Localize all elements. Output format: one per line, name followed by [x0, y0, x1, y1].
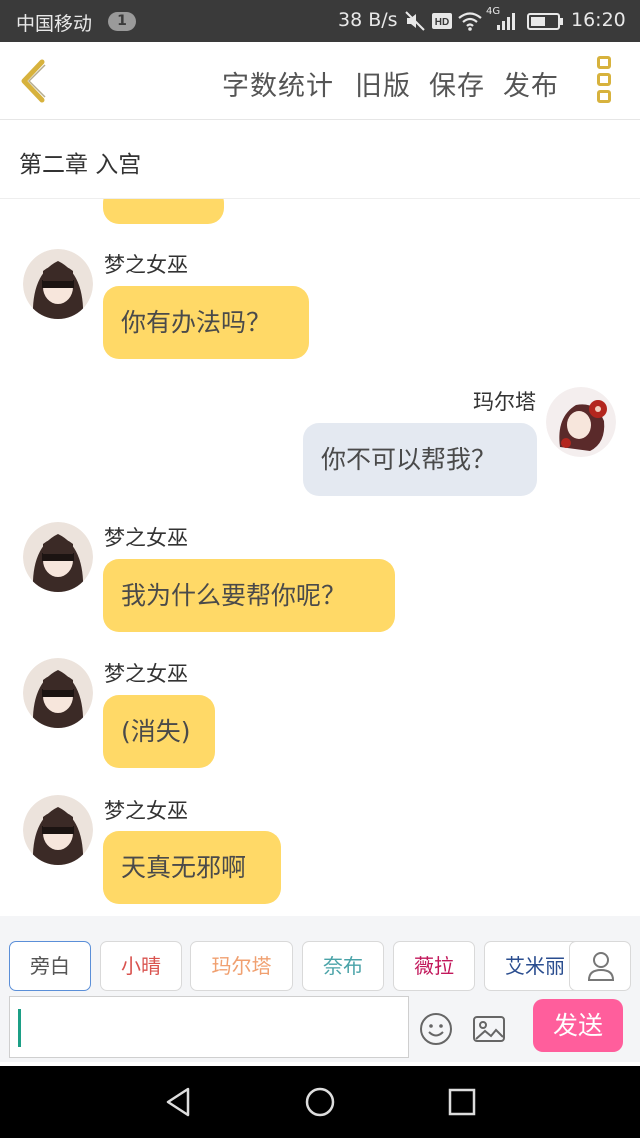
message-text: 我为什么要帮你呢？ — [121, 580, 347, 610]
speaker-name: 梦之女巫 — [104, 799, 188, 823]
status-bar: 中国移动 1 38 B/s HD 4G 16:20 — [0, 0, 640, 42]
role-chip-naib[interactable]: 奈布 — [302, 941, 384, 991]
chapter-title: 第二章 入宫 — [19, 152, 142, 178]
hd-icon: HD — [432, 13, 452, 29]
speaker-name: 梦之女巫 — [104, 526, 188, 550]
more-menu-icon[interactable] — [594, 56, 614, 108]
old-version-button[interactable]: 旧版 — [355, 64, 411, 103]
message-bubble-partial[interactable] — [103, 199, 224, 224]
message-bubble[interactable]: (消失) — [103, 695, 215, 768]
wifi-icon — [458, 12, 482, 31]
message-text: (消失) — [121, 716, 191, 746]
publish-button[interactable]: 发布 — [503, 64, 559, 103]
mute-icon — [405, 11, 425, 31]
compose-panel: 旁白 小晴 玛尔塔 奈布 薇拉 艾米丽 发送 — [0, 916, 640, 1062]
avatar-dream-witch[interactable] — [23, 795, 93, 865]
role-manager-button[interactable] — [569, 941, 631, 991]
signal-icon — [497, 13, 515, 30]
message-bubble[interactable]: 你不可以帮我？ — [303, 423, 537, 496]
person-icon — [587, 952, 615, 981]
message-text: 你有办法吗？ — [121, 307, 272, 337]
notification-badge: 1 — [108, 12, 136, 31]
nav-back-icon[interactable] — [160, 1084, 196, 1120]
avatar-dream-witch[interactable] — [23, 249, 93, 319]
avatar-dream-witch[interactable] — [23, 522, 93, 592]
message-list[interactable]: 梦之女巫 你有办法吗？ 玛尔塔 你不可以帮我？ 梦之女巫 我为什么要帮你呢？ 梦… — [0, 199, 640, 916]
message-bubble[interactable]: 你有办法吗？ — [103, 286, 309, 359]
clock: 16:20 — [571, 9, 626, 31]
editor-toolbar: 字数统计 旧版 保存 发布 — [0, 42, 640, 120]
role-chip-narrator[interactable]: 旁白 — [9, 941, 91, 991]
save-button[interactable]: 保存 — [429, 64, 485, 103]
avatar-dream-witch[interactable] — [23, 658, 93, 728]
network-speed: 38 B/s — [338, 9, 398, 31]
nav-home-icon[interactable] — [302, 1084, 338, 1120]
chapter-header[interactable]: 第二章 入宫 — [0, 121, 640, 199]
message-bubble[interactable]: 天真无邪啊 — [103, 831, 281, 904]
carrier-name: 中国移动 — [16, 13, 93, 35]
image-icon[interactable] — [472, 1012, 506, 1046]
message-bubble[interactable]: 我为什么要帮你呢？ — [103, 559, 395, 632]
back-chevron-icon[interactable] — [14, 56, 54, 106]
nav-recents-icon[interactable] — [444, 1084, 480, 1120]
speaker-name: 玛尔塔 — [473, 390, 536, 414]
system-nav-bar — [0, 1066, 640, 1138]
emoji-icon[interactable] — [419, 1012, 453, 1046]
battery-icon — [527, 13, 563, 30]
svg-text:HD: HD — [435, 17, 449, 28]
text-cursor — [18, 1009, 21, 1047]
message-text: 你不可以帮我？ — [321, 444, 497, 474]
speaker-name: 梦之女巫 — [104, 253, 188, 277]
role-chip-xiaoqing[interactable]: 小晴 — [100, 941, 182, 991]
send-button[interactable]: 发送 — [533, 999, 623, 1052]
role-chip-marta[interactable]: 玛尔塔 — [190, 941, 293, 991]
role-chip-vera[interactable]: 薇拉 — [393, 941, 475, 991]
word-count-button[interactable]: 字数统计 — [222, 64, 334, 103]
message-input[interactable] — [9, 996, 409, 1058]
avatar-marta[interactable] — [546, 387, 616, 457]
speaker-name: 梦之女巫 — [104, 662, 188, 686]
message-text: 天真无邪啊 — [121, 852, 247, 882]
